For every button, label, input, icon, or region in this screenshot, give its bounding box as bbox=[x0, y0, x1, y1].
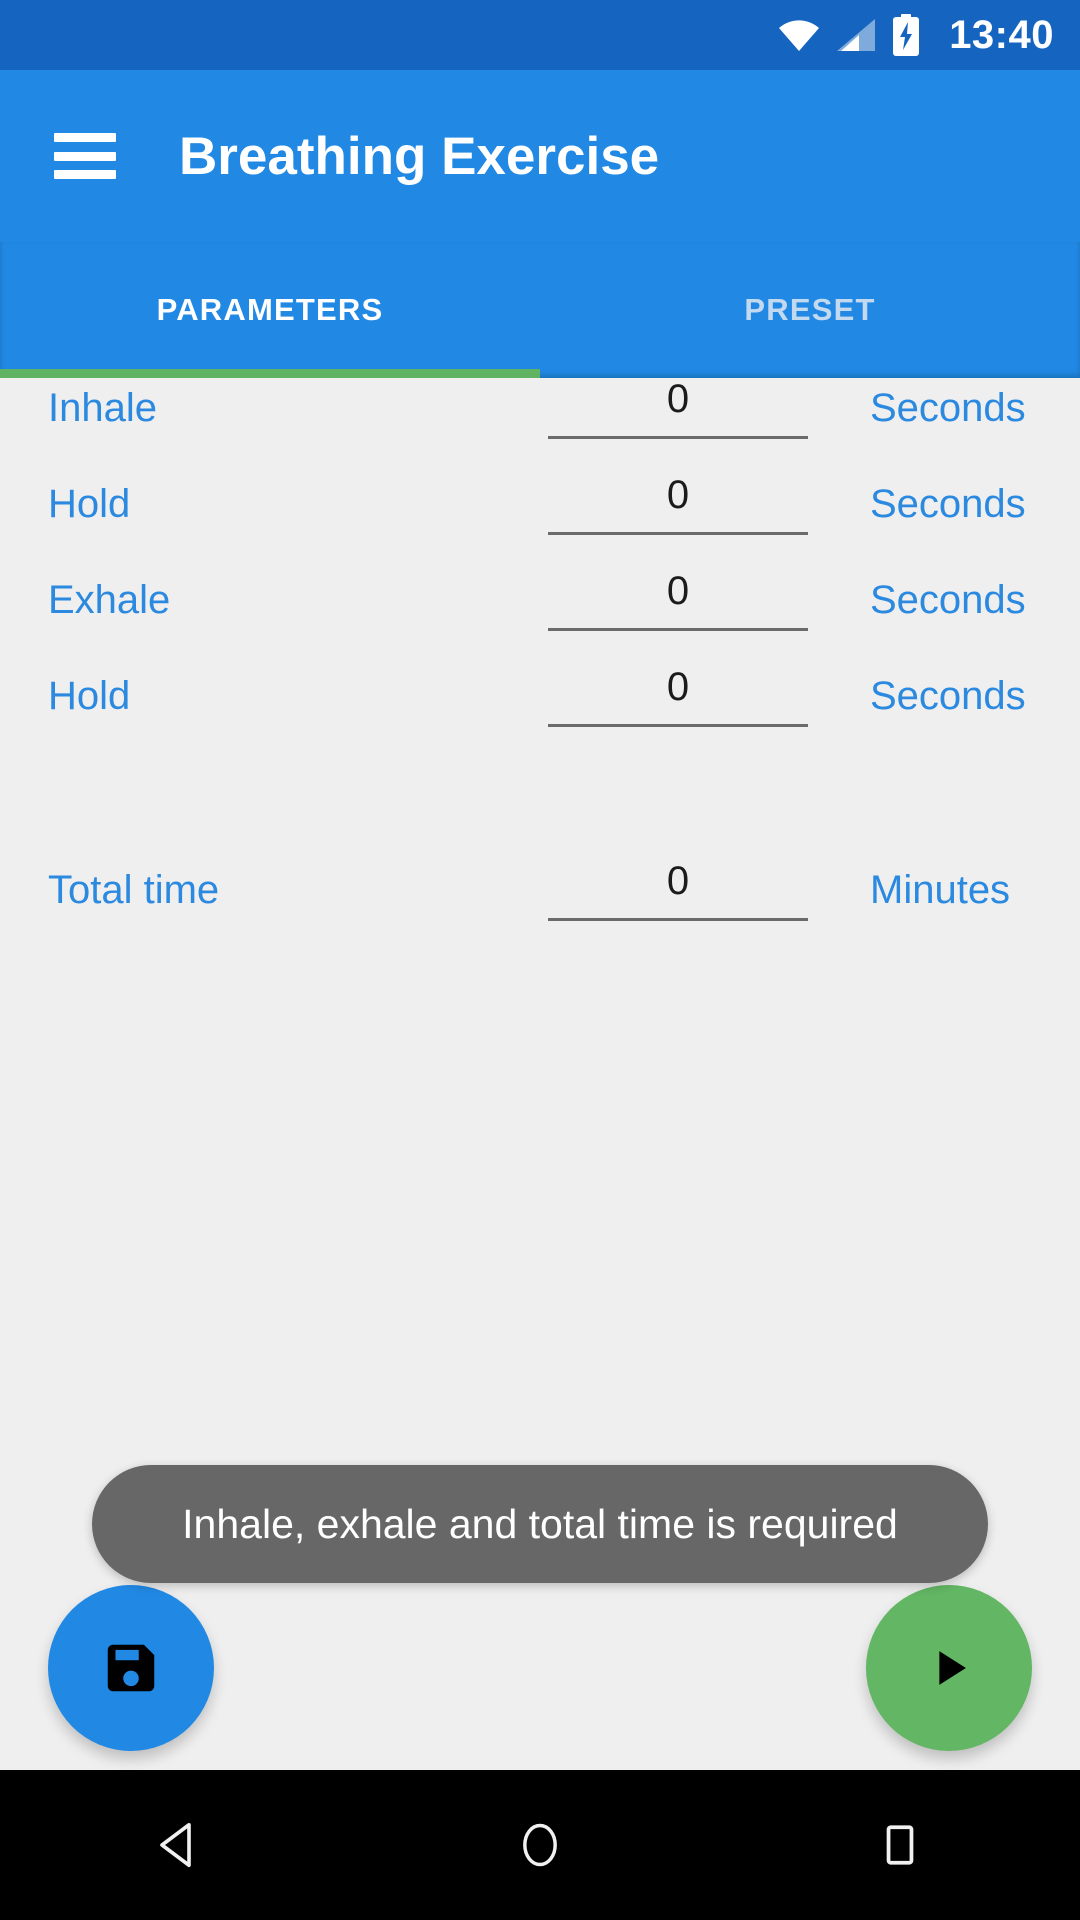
toast-text: Inhale, exhale and total time is require… bbox=[182, 1500, 898, 1547]
hamburger-menu-icon[interactable] bbox=[54, 133, 116, 179]
status-bar-clock: 13:40 bbox=[949, 13, 1054, 57]
total-time-value: 0 bbox=[666, 859, 690, 903]
cellular-signal-icon bbox=[837, 19, 876, 51]
recents-square-icon bbox=[886, 1825, 914, 1865]
param-row-hold-2: Hold 0 Seconds bbox=[0, 665, 1080, 727]
param-row-exhale: Exhale 0 Seconds bbox=[0, 569, 1080, 631]
tab-active-indicator bbox=[0, 369, 540, 378]
hold-1-input[interactable]: 0 bbox=[548, 473, 808, 535]
battery-charging-icon bbox=[893, 14, 920, 56]
save-button[interactable] bbox=[48, 1585, 214, 1751]
param-label-hold-1: Hold bbox=[48, 482, 131, 526]
play-button[interactable] bbox=[866, 1585, 1032, 1751]
status-bar: 13:40 bbox=[0, 0, 1080, 70]
param-label-hold-2: Hold bbox=[48, 674, 131, 718]
menu-bar-3 bbox=[54, 170, 116, 179]
total-time-input[interactable]: 0 bbox=[548, 859, 808, 921]
app-screen: 13:40 Breathing Exercise PARAMETERS PRES… bbox=[0, 0, 1080, 1920]
recents-button[interactable] bbox=[810, 1770, 990, 1920]
hold-1-value: 0 bbox=[666, 473, 690, 517]
page-title: Breathing Exercise bbox=[179, 126, 660, 186]
home-button[interactable] bbox=[450, 1770, 630, 1920]
wifi-icon bbox=[779, 20, 820, 51]
param-unit-hold-2: Seconds bbox=[870, 674, 1026, 718]
hold-2-value: 0 bbox=[666, 665, 690, 709]
inhale-input[interactable]: 0 bbox=[548, 377, 808, 439]
param-label-exhale: Exhale bbox=[48, 578, 171, 622]
param-row-hold-1: Hold 0 Seconds bbox=[0, 473, 1080, 535]
param-label-inhale: Inhale bbox=[48, 386, 157, 430]
hold-2-input[interactable]: 0 bbox=[548, 665, 808, 727]
tab-preset-label: PRESET bbox=[744, 292, 876, 327]
menu-bar-1 bbox=[54, 133, 116, 142]
param-label-total-time: Total time bbox=[48, 868, 220, 912]
tab-bar: PARAMETERS PRESET bbox=[0, 242, 1080, 378]
android-navigation-bar bbox=[0, 1770, 1080, 1920]
back-triangle-icon bbox=[160, 1822, 191, 1868]
param-row-total-time: Total time 0 Minutes bbox=[0, 859, 1080, 921]
param-unit-total-time: Minutes bbox=[870, 868, 1011, 912]
param-unit-inhale: Seconds bbox=[870, 386, 1026, 430]
exhale-value: 0 bbox=[666, 569, 690, 613]
tab-parameters[interactable]: PARAMETERS bbox=[0, 242, 540, 378]
toast-message: Inhale, exhale and total time is require… bbox=[92, 1465, 988, 1583]
play-triangle-icon bbox=[939, 1651, 966, 1685]
menu-bar-2 bbox=[54, 151, 116, 161]
tab-parameters-label: PARAMETERS bbox=[156, 292, 384, 327]
param-unit-hold-1: Seconds bbox=[870, 482, 1026, 526]
status-bar-icons: 13:40 bbox=[777, 14, 1054, 56]
inhale-value: 0 bbox=[666, 377, 690, 421]
exhale-input[interactable]: 0 bbox=[548, 569, 808, 631]
save-floppy-disk-icon bbox=[107, 1644, 155, 1692]
param-row-inhale: Inhale 0 Seconds bbox=[0, 377, 1080, 439]
param-unit-exhale: Seconds bbox=[870, 578, 1026, 622]
home-circle-icon bbox=[523, 1823, 557, 1867]
back-button[interactable] bbox=[90, 1770, 270, 1920]
tab-preset[interactable]: PRESET bbox=[540, 242, 1080, 378]
app-bar: Breathing Exercise bbox=[0, 70, 1080, 242]
